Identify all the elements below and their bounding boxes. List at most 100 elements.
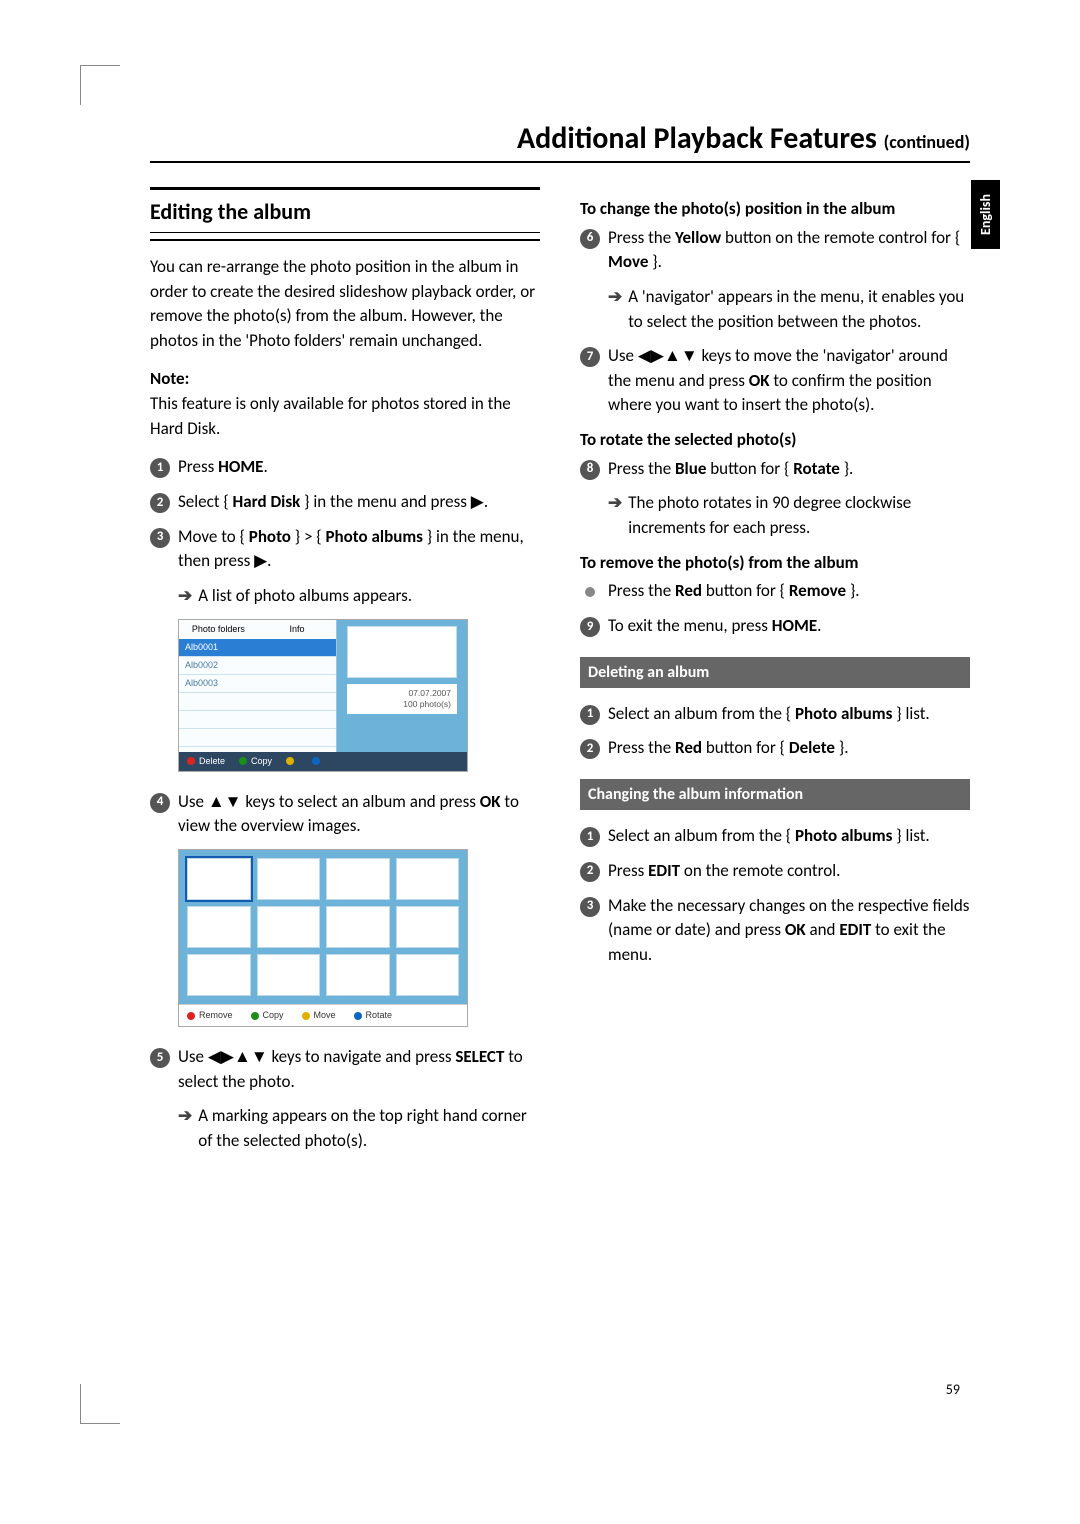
crop-mark-bottom-left: [80, 1384, 120, 1424]
note-paragraph: Note: This feature is only available for…: [150, 367, 540, 441]
t: Select {: [178, 491, 233, 512]
ss1-row-empty: [179, 693, 336, 711]
t: Press the: [608, 458, 675, 479]
t: Move to {: [178, 526, 249, 547]
step-9: 9 To exit the menu, press HOME.: [580, 614, 970, 639]
t: HOME: [772, 615, 817, 636]
step-2: 2 Select { Hard Disk } in the menu and p…: [150, 490, 540, 515]
step-number-3: 3: [580, 897, 600, 917]
step-6-result: ➔ A 'navigator' appears in the menu, it …: [608, 285, 970, 334]
intro-paragraph: You can re-arrange the photo position in…: [150, 255, 540, 354]
step-number-5: 5: [150, 1048, 170, 1068]
step-1-text: Press HOME.: [178, 455, 540, 480]
ss2-btn-rotate: Rotate: [354, 1009, 393, 1022]
content-columns: Editing the album You can re-arrange the…: [150, 187, 970, 1164]
t: Press the: [608, 737, 675, 758]
t: SELECT: [455, 1046, 504, 1067]
ss1-count: 100 photo(s): [403, 699, 451, 709]
t: Rotate: [793, 458, 840, 479]
step-number-9: 9: [580, 617, 600, 637]
step-4-text: Use ▲▼ keys to select an album and press…: [178, 790, 540, 839]
t: Select an album from the { Photo albums …: [608, 824, 970, 849]
t: Photo albums: [795, 703, 892, 724]
note-text: This feature is only available for photo…: [150, 393, 511, 439]
ss2-cell: [396, 858, 460, 900]
ss1-row-2: Alb0003: [179, 675, 336, 693]
t: button for {: [702, 580, 789, 601]
bar-changing-info: Changing the album information: [580, 779, 970, 810]
step-number-1: 1: [580, 827, 600, 847]
t: Photo albums: [325, 526, 422, 547]
step-number-2: 2: [580, 862, 600, 882]
subhead-rotate: To rotate the selected photo(s): [580, 428, 970, 453]
ss2-cell: [396, 954, 460, 996]
ss2-footer: Remove Copy Move Rotate: [179, 1004, 467, 1026]
t: }.: [846, 580, 859, 601]
t: Make the necessary changes on the respec…: [608, 894, 970, 968]
step-8-result: ➔ The photo rotates in 90 degree clockwi…: [608, 491, 970, 540]
t: Red: [675, 737, 702, 758]
step-8-text: Press the Blue button for { Rotate }.: [608, 457, 970, 482]
ss2-cell: [257, 906, 321, 948]
ss1-tab-folders: Photo folders: [179, 620, 258, 639]
t: .: [263, 456, 267, 477]
title-continued: (continued): [884, 131, 970, 153]
title-main: Additional Playback Features: [517, 120, 877, 157]
right-column: To change the photo(s) position in the a…: [580, 187, 970, 1164]
t: Yellow: [675, 227, 721, 248]
section-editing-album: Editing the album: [150, 187, 540, 241]
t: Select an album from the {: [608, 825, 795, 846]
change-step-3: 3 Make the necessary changes on the resp…: [580, 894, 970, 968]
result-text: The photo rotates in 90 degree clockwise…: [628, 491, 970, 540]
step-number-1: 1: [150, 458, 170, 478]
result-text: A list of photo albums appears.: [198, 584, 412, 609]
ss2-cell: [326, 858, 390, 900]
step-5: 5 Use ◀▶▲▼ keys to navigate and press SE…: [150, 1045, 540, 1094]
result-arrow-icon: ➔: [608, 491, 622, 540]
ss1-btn-yellow: [286, 755, 298, 768]
ss2-btn-move: Move: [302, 1009, 336, 1022]
ss1-row-empty: [179, 711, 336, 729]
ss2-btn-remove: Remove: [187, 1009, 233, 1022]
step-number-2: 2: [150, 493, 170, 513]
ss1-row-0: Alb0001: [179, 639, 336, 657]
ss2-cell: [396, 906, 460, 948]
step-9-text: To exit the menu, press HOME.: [608, 614, 970, 639]
step-5-result: ➔ A marking appears on the top right han…: [178, 1104, 540, 1153]
t: } in the menu and press ▶.: [300, 491, 488, 512]
ss2-btn-copy: Copy: [251, 1009, 284, 1022]
t: Red: [675, 580, 702, 601]
step-5-text: Use ◀▶▲▼ keys to navigate and press SELE…: [178, 1045, 540, 1094]
t: and: [806, 919, 840, 940]
step-number-2: 2: [580, 739, 600, 759]
t: Blue: [675, 458, 706, 479]
step-remove: Press the Red button for { Remove }.: [580, 579, 970, 604]
step-6-text: Press the Yellow button on the remote co…: [608, 226, 970, 275]
step-number-6: 6: [580, 229, 600, 249]
step-2-text: Select { Hard Disk } in the menu and pre…: [178, 490, 540, 515]
ss1-info: 07.07.2007 100 photo(s): [347, 684, 457, 714]
t: .: [817, 615, 821, 636]
delete-step-1: 1 Select an album from the { Photo album…: [580, 702, 970, 727]
t: button for {: [706, 458, 793, 479]
t: }.: [840, 458, 853, 479]
ss2-cell: [326, 906, 390, 948]
t: }.: [835, 737, 848, 758]
step-3-text: Move to { Photo } > { Photo albums } in …: [178, 525, 540, 574]
step-1: 1 Press HOME.: [150, 455, 540, 480]
crop-mark-top-left: [80, 65, 120, 105]
step-number-3: 3: [150, 528, 170, 548]
t: OK: [480, 791, 501, 812]
step-remove-text: Press the Red button for { Remove }.: [608, 579, 970, 604]
t: Remove: [789, 580, 846, 601]
t: button on the remote control for {: [721, 227, 960, 248]
t: EDIT: [648, 860, 680, 881]
album-list-screenshot: Photo folders Info Alb0001 Alb0002 Alb00…: [178, 619, 468, 772]
step-3: 3 Move to { Photo } > { Photo albums } i…: [150, 525, 540, 574]
result-text: A 'navigator' appears in the menu, it en…: [628, 285, 970, 334]
t: HOME: [218, 456, 263, 477]
left-column: Editing the album You can re-arrange the…: [150, 187, 540, 1164]
ss2-cell: [257, 858, 321, 900]
result-arrow-icon: ➔: [178, 584, 192, 609]
t: } list.: [892, 825, 929, 846]
